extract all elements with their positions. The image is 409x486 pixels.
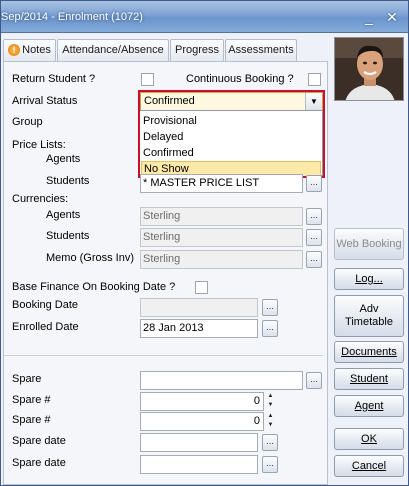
base-finance-label: Base Finance On Booking Date ? bbox=[12, 281, 176, 293]
cancel-button-label: Cancel bbox=[351, 460, 387, 472]
minimize-button[interactable]: _ bbox=[359, 8, 379, 26]
continuous-booking-checkbox[interactable] bbox=[308, 73, 321, 86]
spare-lookup-button[interactable]: ... bbox=[306, 372, 322, 389]
arrival-status-value: Confirmed bbox=[144, 95, 195, 107]
currency-students-field: Sterling bbox=[140, 228, 303, 247]
return-student-label: Return Student ? bbox=[12, 73, 96, 85]
memo-currency-field: Sterling bbox=[140, 250, 303, 269]
dropdown-option-confirmed[interactable]: Confirmed bbox=[141, 145, 321, 161]
enrolment-window: Sep/2014 - Enrolment (1072) _ ✕ ! Notes … bbox=[0, 0, 409, 486]
spare-number-1-label: Spare # bbox=[12, 394, 51, 406]
currency-students-label: Students bbox=[46, 230, 90, 242]
tab-notes-label: Notes bbox=[22, 44, 51, 56]
booking-date-picker-button[interactable]: ... bbox=[262, 299, 278, 316]
log-button[interactable]: Log... bbox=[334, 268, 404, 290]
spare-number-2-field[interactable]: 0 bbox=[140, 412, 264, 431]
spare-number-1-field[interactable]: 0 bbox=[140, 392, 264, 411]
cancel-button[interactable]: Cancel bbox=[334, 455, 404, 477]
currency-agents-field: Sterling bbox=[140, 207, 303, 226]
spare-date-1-label: Spare date bbox=[12, 435, 66, 447]
spare-date-2-field[interactable] bbox=[140, 455, 258, 474]
group-label: Group bbox=[12, 116, 43, 128]
students-price-list-field[interactable]: * MASTER PRICE LIST bbox=[140, 174, 303, 193]
price-students-label: Students bbox=[46, 175, 90, 187]
currency-students-lookup-button[interactable]: ... bbox=[306, 229, 322, 246]
adv-timetable-label-1: Adv bbox=[359, 303, 379, 315]
adv-timetable-button[interactable]: Adv Timetable bbox=[334, 295, 404, 337]
dropdown-option-provisional[interactable]: Provisional bbox=[141, 113, 321, 129]
currency-agents-label: Agents bbox=[46, 209, 81, 221]
spare-label: Spare bbox=[12, 373, 42, 385]
web-booking-button[interactable]: Web Booking bbox=[334, 228, 404, 260]
spin-down-icon[interactable]: ▼ bbox=[266, 401, 275, 410]
documents-button-label: Documents bbox=[341, 346, 397, 358]
close-button[interactable]: ✕ bbox=[382, 8, 402, 26]
chevron-down-icon[interactable]: ▼ bbox=[305, 93, 322, 110]
log-button-label: Log... bbox=[355, 273, 383, 285]
continuous-booking-label: Continuous Booking ? bbox=[186, 73, 294, 85]
agent-button[interactable]: Agent bbox=[334, 395, 404, 417]
student-photo-image bbox=[335, 38, 403, 100]
spin-up-icon[interactable]: ▲ bbox=[266, 412, 275, 421]
price-agents-label: Agents bbox=[46, 153, 81, 165]
documents-button[interactable]: Documents bbox=[334, 341, 404, 363]
agent-button-label: Agent bbox=[354, 400, 384, 412]
spare-date-2-label: Spare date bbox=[12, 457, 66, 469]
memo-currency-lookup-button[interactable]: ... bbox=[306, 251, 322, 268]
enrolled-date-picker-button[interactable]: ... bbox=[262, 320, 278, 337]
price-lists-label: Price Lists: bbox=[12, 139, 66, 151]
spin-up-icon[interactable]: ▲ bbox=[266, 392, 275, 401]
info-icon: ! bbox=[8, 44, 20, 56]
booking-date-field bbox=[140, 298, 258, 317]
tab-notes[interactable]: ! Notes bbox=[3, 39, 56, 61]
spare-number-2-label: Spare # bbox=[12, 414, 51, 426]
adv-timetable-label-2: Timetable bbox=[345, 316, 393, 328]
ok-button[interactable]: OK bbox=[334, 428, 404, 450]
currency-agents-lookup-button[interactable]: ... bbox=[306, 208, 322, 225]
booking-date-label: Booking Date bbox=[12, 299, 79, 311]
tab-attendance[interactable]: Attendance/Absence bbox=[57, 39, 169, 61]
base-finance-checkbox[interactable] bbox=[195, 281, 208, 294]
section-divider bbox=[3, 355, 323, 356]
tab-progress[interactable]: Progress bbox=[170, 39, 224, 61]
spare-number-2-spinner[interactable]: ▲ ▼ bbox=[266, 412, 275, 431]
currencies-label: Currencies: bbox=[12, 193, 69, 205]
spare-number-1-spinner[interactable]: ▲ ▼ bbox=[266, 392, 275, 411]
tab-assessments[interactable]: Assessments bbox=[225, 39, 297, 61]
students-price-list-lookup-button[interactable]: ... bbox=[306, 175, 322, 192]
arrival-status-select[interactable]: Confirmed ▼ bbox=[140, 92, 323, 111]
dropdown-option-delayed[interactable]: Delayed bbox=[141, 129, 321, 145]
spare-date-2-picker-button[interactable]: ... bbox=[262, 456, 278, 473]
student-button[interactable]: Student bbox=[334, 368, 404, 390]
spare-date-1-field[interactable] bbox=[140, 433, 258, 452]
spare-field[interactable] bbox=[140, 371, 303, 390]
spare-date-1-picker-button[interactable]: ... bbox=[262, 434, 278, 451]
return-student-checkbox[interactable] bbox=[141, 73, 154, 86]
student-photo bbox=[334, 37, 404, 101]
ok-button-label: OK bbox=[361, 433, 377, 445]
spin-down-icon[interactable]: ▼ bbox=[266, 421, 275, 430]
memo-label: Memo (Gross Inv) bbox=[46, 252, 135, 264]
title-bar[interactable]: Sep/2014 - Enrolment (1072) _ ✕ bbox=[1, 1, 408, 33]
enrolled-date-label: Enrolled Date bbox=[12, 321, 79, 333]
student-button-label: Student bbox=[350, 373, 388, 385]
window-title: Sep/2014 - Enrolment (1072) bbox=[1, 11, 143, 23]
arrival-status-label: Arrival Status bbox=[12, 95, 78, 107]
arrival-status-dropdown: Provisional Delayed Confirmed No Show bbox=[139, 110, 323, 177]
enrolled-date-field[interactable]: 28 Jan 2013 bbox=[140, 319, 258, 338]
